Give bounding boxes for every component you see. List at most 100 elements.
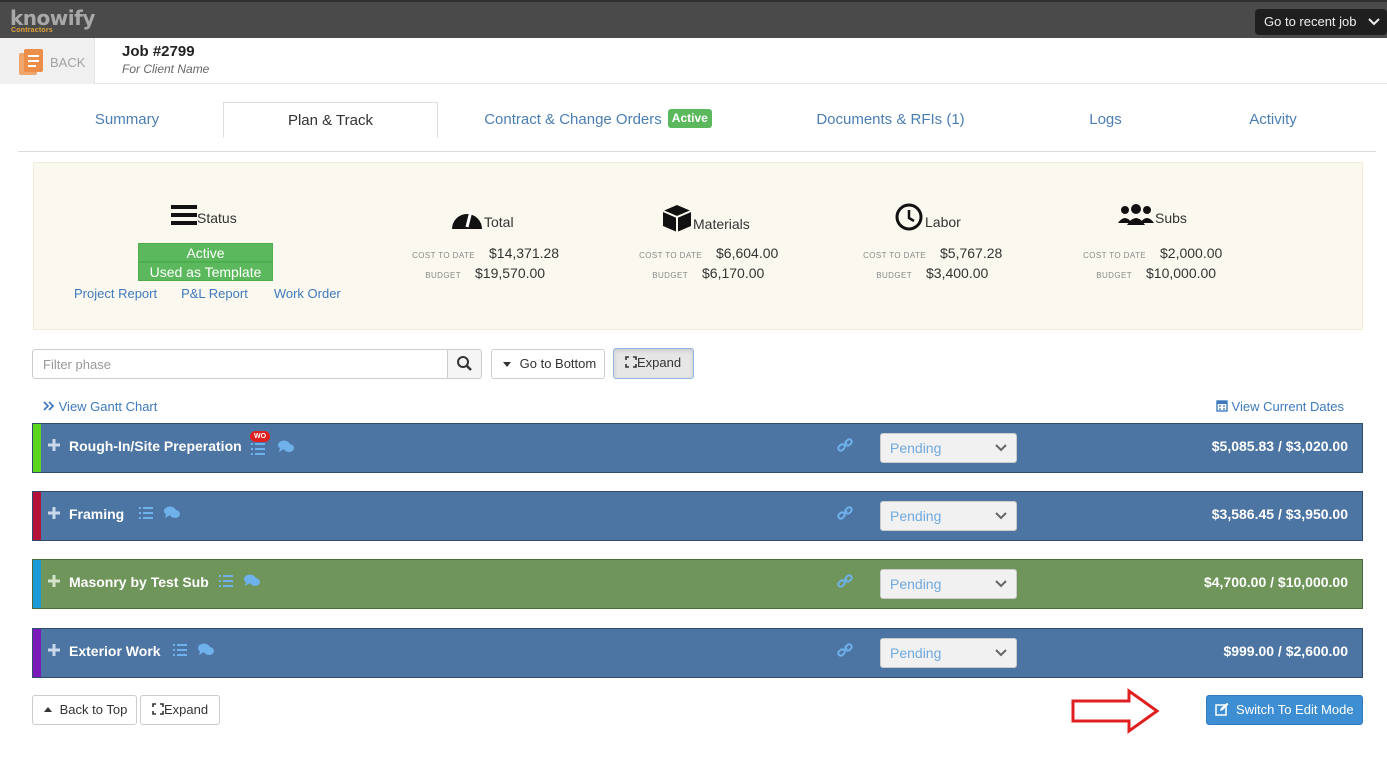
materials-cost-to-date: $6,604.00 xyxy=(716,245,779,261)
job-tabs: Summary Plan & Track Contract & Change O… xyxy=(18,100,1376,152)
phase-status-select[interactable]: Pending xyxy=(880,569,1017,599)
view-current-dates-link[interactable]: View Current Dates xyxy=(1216,399,1344,414)
box-icon xyxy=(662,205,692,232)
budget-label: BUDGET xyxy=(1096,271,1132,280)
link-icon[interactable] xyxy=(837,437,853,453)
budget-label: BUDGET xyxy=(652,271,688,280)
chevron-down-icon xyxy=(1368,18,1380,26)
chevron-down-icon xyxy=(995,580,1007,588)
materials-heading: Materials xyxy=(661,203,750,233)
comments-icon[interactable] xyxy=(197,642,215,658)
subs-heading: Subs xyxy=(1117,203,1187,227)
phase-amount: $3,586.45 / $3,950.00 xyxy=(1211,506,1348,522)
report-links: Project Report P&L Report Work Order xyxy=(74,286,365,301)
link-icon[interactable] xyxy=(837,642,853,658)
gauge-icon xyxy=(452,210,482,229)
knowify-logo[interactable]: knowify xyxy=(10,8,95,28)
phase-row-framing[interactable]: Framing Pending $3,586.45 / $3,950.00 xyxy=(32,491,1363,541)
recent-job-label: Go to recent job xyxy=(1264,14,1357,29)
back-to-top-button[interactable]: Back to Top xyxy=(32,695,137,725)
plus-icon[interactable] xyxy=(47,438,61,452)
phase-amount: $999.00 / $2,600.00 xyxy=(1223,643,1348,659)
tab-logs[interactable]: Logs xyxy=(1058,102,1153,138)
plus-icon[interactable] xyxy=(47,574,61,588)
plus-icon[interactable] xyxy=(47,643,61,657)
caret-up-icon xyxy=(44,707,52,712)
clock-icon xyxy=(895,203,923,231)
calendar-icon xyxy=(1216,400,1228,412)
labor-heading: Labor xyxy=(895,203,961,231)
total-cost-to-date: $14,371.28 xyxy=(489,245,560,261)
phase-row-exterior-work[interactable]: Exterior Work Pending $999.00 / $2,600.0… xyxy=(32,628,1363,678)
phase-name: Exterior Work xyxy=(69,643,161,659)
comments-icon[interactable] xyxy=(243,573,261,589)
chevron-down-icon xyxy=(995,649,1007,657)
tab-documents-rfis[interactable]: Documents & RFIs (1) xyxy=(778,102,1003,138)
list-icon[interactable] xyxy=(250,441,266,457)
expand-button-top[interactable]: Expand xyxy=(613,348,694,379)
view-gantt-chart-link[interactable]: View Gantt Chart xyxy=(43,399,157,414)
go-to-bottom-button[interactable]: Go to Bottom xyxy=(491,349,605,379)
phase-amount: $4,700.00 / $10,000.00 xyxy=(1203,574,1348,590)
project-report-link[interactable]: Project Report xyxy=(74,286,157,301)
labor-budget: $3,400.00 xyxy=(926,265,989,281)
red-arrow-annotation-icon xyxy=(1071,688,1160,734)
status-badge-template: Used as Template xyxy=(138,262,273,281)
search-button[interactable] xyxy=(447,349,482,379)
switch-to-edit-mode-button[interactable]: Switch To Edit Mode xyxy=(1206,695,1363,725)
plus-icon[interactable] xyxy=(47,506,61,520)
caret-down-icon xyxy=(503,362,511,367)
link-icon[interactable] xyxy=(837,573,853,589)
comments-icon[interactable] xyxy=(277,439,295,455)
budget-label: BUDGET xyxy=(425,271,461,280)
chevron-down-icon xyxy=(995,444,1007,452)
work-order-link[interactable]: Work Order xyxy=(274,286,341,301)
tab-plan-track[interactable]: Plan & Track xyxy=(223,102,438,138)
filter-phase-input[interactable] xyxy=(32,349,448,379)
tab-contract-change-orders[interactable]: Contract & Change Orders Active xyxy=(458,102,738,138)
edit-icon xyxy=(1215,702,1229,716)
materials-budget: $6,170.00 xyxy=(702,265,765,281)
double-chevron-right-icon xyxy=(43,401,55,411)
back-button[interactable]: BACK xyxy=(0,38,95,84)
cost-to-date-label: COST TO DATE xyxy=(412,251,475,260)
expand-icon xyxy=(625,356,637,368)
status-heading: Status xyxy=(171,203,273,243)
users-icon xyxy=(1118,204,1154,225)
chevron-down-icon xyxy=(995,512,1007,520)
phase-row-rough-in[interactable]: Rough-In/Site Preperation WO Pending $5,… xyxy=(32,423,1363,473)
phase-status-select[interactable]: Pending xyxy=(880,638,1017,668)
link-icon[interactable] xyxy=(837,505,853,521)
status-block: Status Active Used as Template xyxy=(138,203,273,281)
tab-summary[interactable]: Summary xyxy=(48,102,206,138)
expand-icon xyxy=(152,703,164,715)
cost-to-date-label: COST TO DATE xyxy=(639,251,702,260)
list-icon[interactable] xyxy=(138,505,154,521)
phase-color-bar xyxy=(33,424,41,472)
recent-job-dropdown[interactable]: Go to recent job xyxy=(1255,9,1387,35)
phase-status-select[interactable]: Pending xyxy=(880,501,1017,531)
labor-cost-to-date: $5,767.28 xyxy=(940,245,1003,261)
phase-status-select[interactable]: Pending xyxy=(880,433,1017,463)
menu-lines-icon xyxy=(171,205,197,225)
phase-row-masonry[interactable]: Masonry by Test Sub Pending $4,700.00 / … xyxy=(32,559,1363,609)
phase-name: Rough-In/Site Preperation xyxy=(69,438,242,454)
budget-label: BUDGET xyxy=(876,271,912,280)
expand-button-bottom[interactable]: Expand xyxy=(140,695,220,725)
comments-icon[interactable] xyxy=(163,505,181,521)
cost-to-date-label: COST TO DATE xyxy=(1083,251,1146,260)
cost-to-date-label: COST TO DATE xyxy=(863,251,926,260)
tab-activity[interactable]: Activity xyxy=(1223,102,1323,138)
job-client-name: For Client Name xyxy=(122,62,210,76)
job-header: BACK Job #2799 For Client Name xyxy=(0,38,1387,84)
job-summary-panel: Status Active Used as Template Project R… xyxy=(33,162,1363,330)
logo-subtitle: Contractors xyxy=(11,27,53,34)
job-title: Job #2799 xyxy=(122,43,195,60)
list-icon[interactable] xyxy=(172,642,188,658)
document-icon xyxy=(19,49,43,75)
list-icon[interactable] xyxy=(218,573,234,589)
total-budget: $19,570.00 xyxy=(475,265,546,281)
pl-report-link[interactable]: P&L Report xyxy=(181,286,248,301)
status-badge-active: Active xyxy=(138,243,273,262)
phase-amount: $5,085.83 / $3,020.00 xyxy=(1211,438,1348,454)
